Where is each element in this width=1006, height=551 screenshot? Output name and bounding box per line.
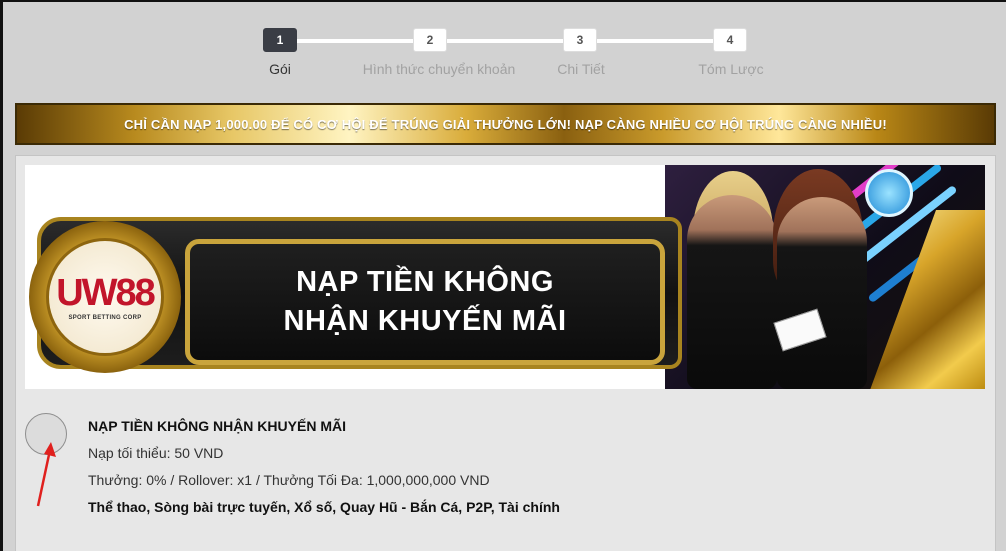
model-right-figure [777, 197, 867, 389]
promo-image[interactable]: UW88 SPORT BETTING CORP NẠP TIỀN KHÔNG N… [25, 165, 985, 389]
promo-announcement-text: CHỈ CẦN NẠP 1,000.00 ĐỂ CÓ CƠ HỘI ĐỂ TRÚ… [124, 116, 887, 132]
step-2-number[interactable]: 2 [413, 28, 447, 52]
logo-text: UW88 [56, 272, 156, 314]
step-connector [597, 39, 713, 43]
promo-min-deposit: Nạp tối thiểu: 50 VND [88, 445, 224, 461]
step-connector [297, 39, 413, 43]
step-2-label: Hình thức chuyển khoản [362, 61, 516, 77]
step-1-number[interactable]: 1 [263, 28, 297, 52]
step-3-number[interactable]: 3 [563, 28, 597, 52]
promo-headline-line-1: NẠP TIỀN KHÔNG [296, 266, 554, 298]
chip-icon [865, 169, 913, 217]
promo-bonus-info: Thưởng: 0% / Rollover: x1 / Thưởng Tối Đ… [88, 472, 490, 488]
model-left-figure [687, 195, 777, 389]
step-3-label: Chi Tiết [557, 61, 605, 77]
promo-headline-plate: NẠP TIỀN KHÔNG NHẬN KHUYẾN MÃI [185, 239, 665, 365]
logo-subtext: SPORT BETTING CORP [68, 315, 142, 321]
promo-title: NẠP TIỀN KHÔNG NHẬN KHUYẾN MÃI [88, 418, 346, 434]
logo-inner-circle: UW88 SPORT BETTING CORP [46, 238, 164, 356]
red-arrow-annotation [36, 442, 56, 507]
step-connector [447, 39, 563, 43]
step-1-label: Gói [269, 61, 291, 77]
uw88-logo: UW88 SPORT BETTING CORP [29, 221, 181, 373]
promo-categories: Thể thao, Sòng bài trực tuyến, Xổ số, Qu… [88, 499, 560, 515]
step-4-label: Tóm Lược [698, 61, 764, 77]
step-4-number[interactable]: 4 [713, 28, 747, 52]
promo-announcement-banner: CHỈ CẦN NẠP 1,000.00 ĐỂ CÓ CƠ HỘI ĐỂ TRÚ… [15, 103, 996, 145]
deposit-stepper: 1 2 3 4 Gói Hình thức chuyển khoản Chi T… [0, 0, 1006, 90]
promo-headline-line-2: NHẬN KHUYẾN MÃI [283, 305, 567, 337]
